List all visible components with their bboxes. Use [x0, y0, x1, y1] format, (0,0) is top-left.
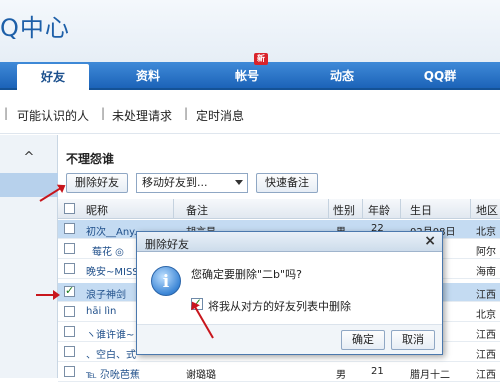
select-all-checkbox[interactable]: [64, 203, 75, 214]
col-divider: [173, 199, 174, 219]
col-remark[interactable]: 备注: [186, 202, 208, 218]
subnav-scheduled-messages[interactable]: 定时消息: [196, 107, 244, 124]
col-age[interactable]: 年龄: [368, 202, 390, 218]
row-region: 北京: [476, 227, 496, 238]
subnav-people-you-may-know[interactable]: 可能认识的人: [17, 107, 89, 124]
col-region[interactable]: 地区: [476, 202, 498, 218]
col-divider: [362, 199, 363, 219]
confirm-button[interactable]: 确定: [341, 330, 385, 350]
row-nickname[interactable]: 莓花 ◎: [92, 243, 124, 258]
row-nickname[interactable]: hāi lìn: [86, 306, 116, 317]
subnav-pending-requests[interactable]: 未处理请求: [112, 107, 172, 124]
new-badge: 新: [254, 53, 268, 65]
row-region: 江西: [476, 290, 496, 301]
row-region: 阿尔: [476, 247, 496, 258]
divider: |: [4, 106, 9, 120]
delete-friend-dialog: 删除好友 × i 您确定要删除"二b"吗? 将我从对方的好友列表中删除 确定 取…: [136, 231, 443, 355]
row-nickname[interactable]: 浪子神剑: [86, 286, 126, 301]
sub-nav: | 可能认识的人 | 未处理请求 | 定时消息: [0, 90, 500, 134]
cancel-button[interactable]: 取消: [391, 330, 435, 350]
col-divider: [400, 199, 401, 219]
dialog-title: 删除好友: [145, 238, 189, 251]
dialog-message: 您确定要删除"二b"吗?: [191, 268, 302, 281]
row-region: 江西: [476, 350, 496, 361]
row-birthday: 腊月十二: [410, 370, 450, 381]
row-region: 海南: [476, 267, 496, 278]
tab-friends[interactable]: 好友: [17, 64, 89, 90]
row-checkbox[interactable]: [64, 346, 75, 357]
header: Q中心: [0, 0, 500, 62]
close-icon[interactable]: ×: [424, 233, 436, 249]
quick-remark-button[interactable]: 快速备注: [256, 173, 318, 193]
col-divider: [470, 199, 471, 219]
row-region: 江西: [476, 370, 496, 381]
row-checkbox[interactable]: [64, 366, 75, 377]
row-checkbox[interactable]: [64, 326, 75, 337]
col-birthday[interactable]: 生日: [410, 202, 432, 218]
tab-qq-group[interactable]: QQ群: [404, 62, 476, 90]
row-checkbox[interactable]: [64, 306, 75, 317]
col-nickname[interactable]: 昵称: [86, 202, 108, 218]
row-region: 江西: [476, 330, 496, 341]
table-header: 昵称 备注 性别 年龄 生日 地区: [58, 199, 500, 219]
row-age: 21: [371, 366, 384, 377]
info-icon: i: [151, 266, 181, 296]
dialog-footer: 确定 取消: [137, 324, 442, 354]
tab-profile[interactable]: 资料: [112, 62, 184, 90]
main-nav: 好友 资料 帐号 新 动态 QQ群: [0, 53, 500, 90]
divider: |: [184, 106, 189, 120]
tab-activity[interactable]: 动态: [306, 62, 378, 90]
app-title: Q中心: [0, 14, 70, 42]
row-region: 北京: [476, 310, 496, 321]
group-title: 不理怨谁: [66, 152, 115, 166]
col-gender[interactable]: 性别: [333, 202, 355, 218]
row-remark: 谢璐璐: [186, 370, 216, 381]
col-divider: [328, 199, 329, 219]
remove-from-their-list-label[interactable]: 将我从对方的好友列表中删除: [208, 298, 351, 314]
move-friend-select[interactable]: 移动好友到...: [136, 173, 248, 193]
tab-account-label: 帐号: [234, 69, 259, 83]
dialog-titlebar[interactable]: 删除好友 ×: [137, 232, 442, 252]
row-nickname[interactable]: ℡ 尕吮芭蕉: [86, 366, 171, 381]
chevron-down-icon: [235, 180, 243, 185]
group-sidebar: ^: [0, 135, 58, 378]
row-gender: 男: [336, 370, 346, 381]
divider: |: [101, 106, 106, 120]
delete-friend-button[interactable]: 删除好友: [66, 173, 128, 193]
tab-account[interactable]: 帐号 新: [207, 53, 287, 90]
row-checkbox[interactable]: [64, 263, 75, 274]
table-row[interactable]: ℡ 尕吮芭蕉 谢璐璐 男 21 腊月十二 江西: [58, 363, 500, 382]
move-friend-select-label: 移动好友到...: [142, 176, 208, 189]
row-checkbox[interactable]: [64, 223, 75, 234]
row-checkbox-checked[interactable]: [64, 284, 75, 297]
annotation-arrow: [36, 290, 60, 300]
row-checkbox[interactable]: [64, 243, 75, 254]
collapse-icon[interactable]: ^: [0, 145, 58, 171]
